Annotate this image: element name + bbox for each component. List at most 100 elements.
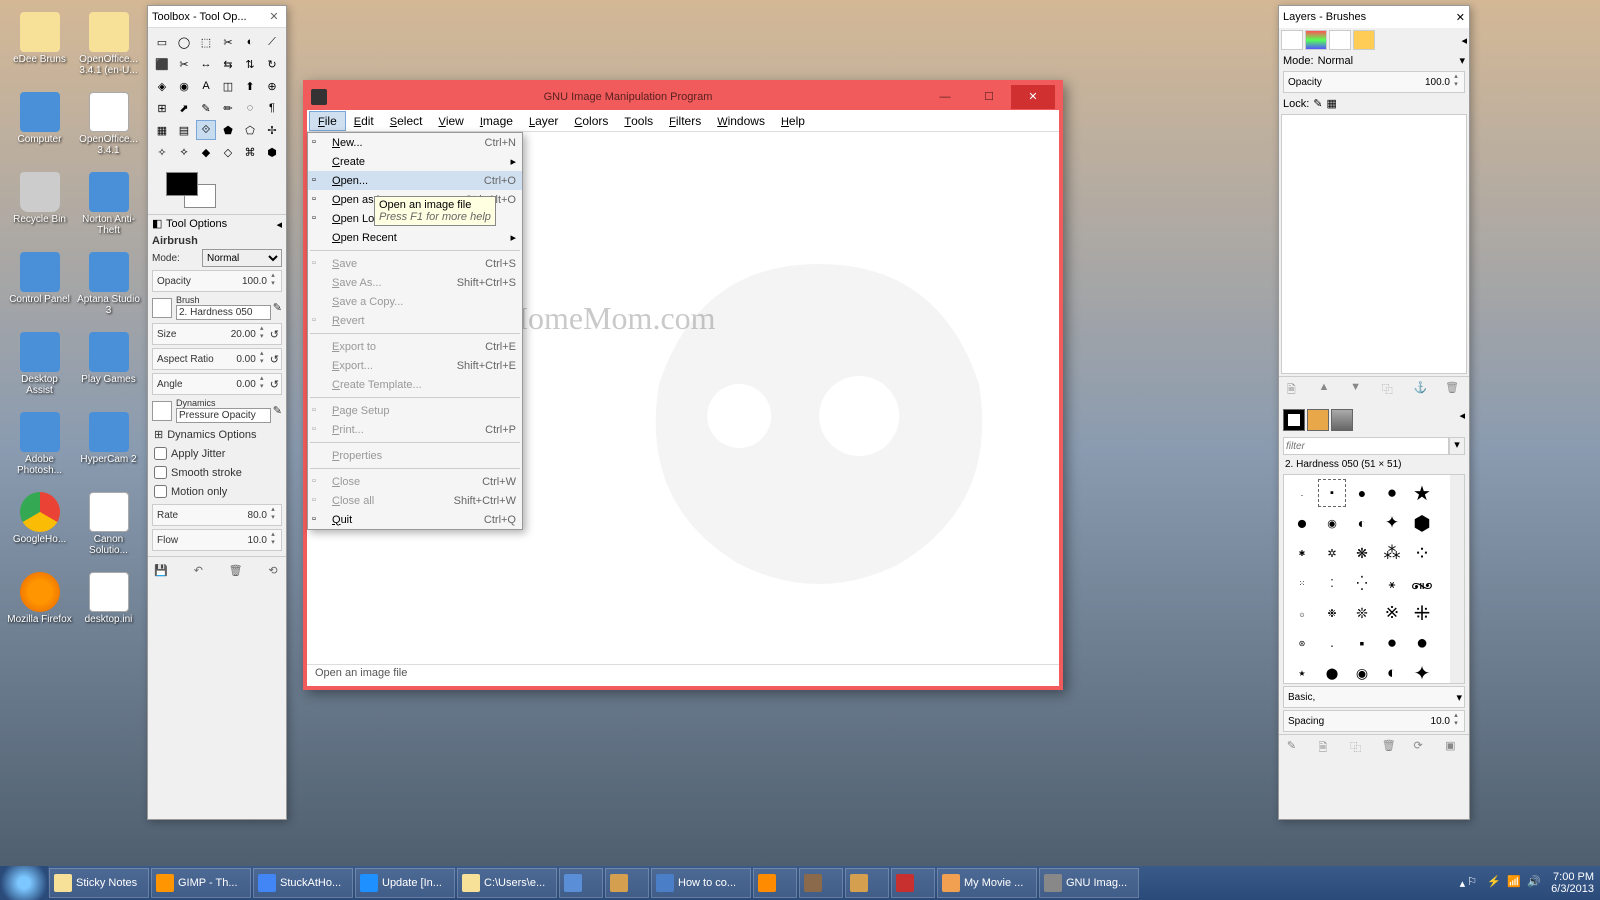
desktop-icon[interactable]: Desktop Assist: [7, 332, 72, 402]
desktop-icon[interactable]: Play Games: [76, 332, 141, 402]
taskbar-button[interactable]: Sticky Notes: [49, 868, 149, 898]
delete-brush-icon[interactable]: 🗑: [1382, 739, 1398, 755]
brush-item[interactable]: ★: [1408, 479, 1436, 507]
smooth-checkbox[interactable]: [154, 466, 167, 479]
brush-item[interactable]: ※: [1378, 599, 1406, 627]
chevron-left-icon[interactable]: ◂: [276, 218, 282, 231]
maximize-button[interactable]: ☐: [967, 85, 1011, 109]
network-icon[interactable]: 📶: [1507, 875, 1523, 891]
brush-item[interactable]: ✦: [1378, 509, 1406, 537]
new-layer-icon[interactable]: 🗎: [1287, 381, 1303, 397]
tray-icon[interactable]: ⚐: [1467, 875, 1483, 891]
taskbar-button[interactable]: [845, 868, 889, 898]
taskbar-button[interactable]: [605, 868, 649, 898]
rate-slider[interactable]: Rate80.0▴▾: [152, 504, 282, 526]
tab-layers[interactable]: [1281, 30, 1303, 50]
tool-25[interactable]: ▤: [174, 120, 194, 140]
tool-29[interactable]: ✢: [262, 120, 282, 140]
tool-17[interactable]: ⊕: [262, 76, 282, 96]
taskbar-button[interactable]: [891, 868, 935, 898]
tool-19[interactable]: ⬈: [174, 98, 194, 118]
taskbar-button[interactable]: StuckAtHo...: [253, 868, 353, 898]
layers-list[interactable]: [1281, 114, 1467, 374]
brush-item[interactable]: ⁛: [1348, 569, 1376, 597]
tool-3[interactable]: ✂: [218, 32, 238, 52]
clock[interactable]: 7:00 PM 6/3/2013: [1551, 871, 1594, 895]
filter-dropdown[interactable]: ▾: [1449, 437, 1465, 455]
menu-item-quit[interactable]: ▫QuitCtrl+Q: [308, 510, 522, 529]
desktop-icon[interactable]: eDee Bruns: [7, 12, 72, 82]
lower-icon[interactable]: ▼: [1350, 381, 1366, 397]
save-preset-icon[interactable]: 💾: [152, 561, 170, 579]
size-slider[interactable]: Size20.00▴▾↺: [152, 323, 282, 345]
close-icon[interactable]: ✕: [1456, 11, 1465, 24]
taskbar-button[interactable]: GIMP - Th...: [151, 868, 251, 898]
brush-item[interactable]: ★: [1288, 659, 1316, 684]
tool-35[interactable]: ⬢: [262, 142, 282, 162]
tool-15[interactable]: ◫: [218, 76, 238, 96]
fg-color[interactable]: [166, 172, 198, 196]
spacing-slider[interactable]: Spacing10.0▴▾: [1283, 710, 1465, 732]
tool-4[interactable]: ◐: [240, 32, 260, 52]
brush-item[interactable]: ․: [1318, 629, 1346, 657]
edit-icon[interactable]: ✎: [273, 301, 282, 314]
brush-item[interactable]: ⬤: [1318, 659, 1346, 684]
motion-checkbox[interactable]: [154, 485, 167, 498]
edit-icon[interactable]: ✎: [273, 404, 282, 417]
lock-alpha-icon[interactable]: ▦: [1327, 97, 1337, 110]
tool-18[interactable]: ⊞: [152, 98, 172, 118]
anchor-icon[interactable]: ⚓: [1413, 381, 1429, 397]
desktop-icon[interactable]: Adobe Photosh...: [7, 412, 72, 482]
brush-item[interactable]: ✱: [1288, 539, 1316, 567]
tool-10[interactable]: ⇅: [240, 54, 260, 74]
close-button[interactable]: ✕: [1011, 85, 1055, 109]
brush-item[interactable]: ◉: [1348, 659, 1376, 684]
brush-grid[interactable]: ․▪●●★⬤◉◐✦⬢✱✲❋⁂⁘⁙⁚⁛꘎꘏۞❉❊※⁜⊛․▪●●★⬤◉◐✦⬢✱✲❋⁂…: [1283, 474, 1465, 684]
mode-dropdown[interactable]: ▾: [1459, 54, 1465, 67]
tool-16[interactable]: ⬆: [240, 76, 260, 96]
brush-item[interactable]: ❊: [1348, 599, 1376, 627]
tool-6[interactable]: ⬛: [152, 54, 172, 74]
aspect-slider[interactable]: Aspect Ratio0.00▴▾↺: [152, 348, 282, 370]
menu-tools[interactable]: Tools: [616, 112, 661, 130]
brush-item[interactable]: ◉: [1318, 509, 1346, 537]
tool-34[interactable]: ⌘: [240, 142, 260, 162]
tool-8[interactable]: ↔: [196, 54, 216, 74]
tool-28[interactable]: ⬠: [240, 120, 260, 140]
brush-item[interactable]: ❋: [1348, 539, 1376, 567]
tool-24[interactable]: ▦: [152, 120, 172, 140]
desktop-icon[interactable]: Control Panel: [7, 252, 72, 322]
taskbar-button[interactable]: How to co...: [651, 868, 751, 898]
brush-filter-input[interactable]: [1283, 437, 1449, 455]
desktop-icon[interactable]: Norton Anti-Theft: [76, 172, 141, 242]
brush-swatch-1[interactable]: [1283, 409, 1305, 431]
desktop-icon[interactable]: Canon Solutio...: [76, 492, 141, 562]
desktop-icon[interactable]: Recycle Bin: [7, 172, 72, 242]
brush-item[interactable]: ⁂: [1378, 539, 1406, 567]
brush-item[interactable]: ⬤: [1288, 509, 1316, 537]
flow-slider[interactable]: Flow10.0▴▾: [152, 529, 282, 551]
brush-item[interactable]: ●: [1378, 479, 1406, 507]
desktop-icon[interactable]: HyperCam 2: [76, 412, 141, 482]
desktop-icon[interactable]: Mozilla Firefox: [7, 572, 72, 642]
duplicate-brush-icon[interactable]: ⿻: [1350, 739, 1366, 755]
refresh-brush-icon[interactable]: ⟳: [1413, 739, 1429, 755]
tool-31[interactable]: ⟡: [174, 142, 194, 162]
menu-item-create[interactable]: Create▸: [308, 152, 522, 171]
tool-0[interactable]: ▭: [152, 32, 172, 52]
tool-27[interactable]: ⬟: [218, 120, 238, 140]
menu-filters[interactable]: Filters: [661, 112, 709, 130]
brush-item[interactable]: ⁜: [1408, 599, 1436, 627]
new-brush-icon[interactable]: 🗎: [1318, 739, 1334, 755]
brush-item[interactable]: ◐: [1348, 509, 1376, 537]
brush-preset-select[interactable]: Basic,▾: [1283, 686, 1465, 708]
menu-view[interactable]: View: [430, 112, 471, 130]
restore-icon[interactable]: ↶: [189, 561, 207, 579]
opacity-slider[interactable]: Opacity 100.0 ▴▾: [152, 270, 282, 292]
taskbar-button[interactable]: [559, 868, 603, 898]
chevron-left-icon[interactable]: ◂: [1459, 409, 1465, 431]
tool-11[interactable]: ↻: [262, 54, 282, 74]
tool-14[interactable]: A: [196, 76, 216, 96]
delete-icon[interactable]: 🗑: [227, 561, 245, 579]
dynamics-preview[interactable]: [152, 401, 172, 421]
